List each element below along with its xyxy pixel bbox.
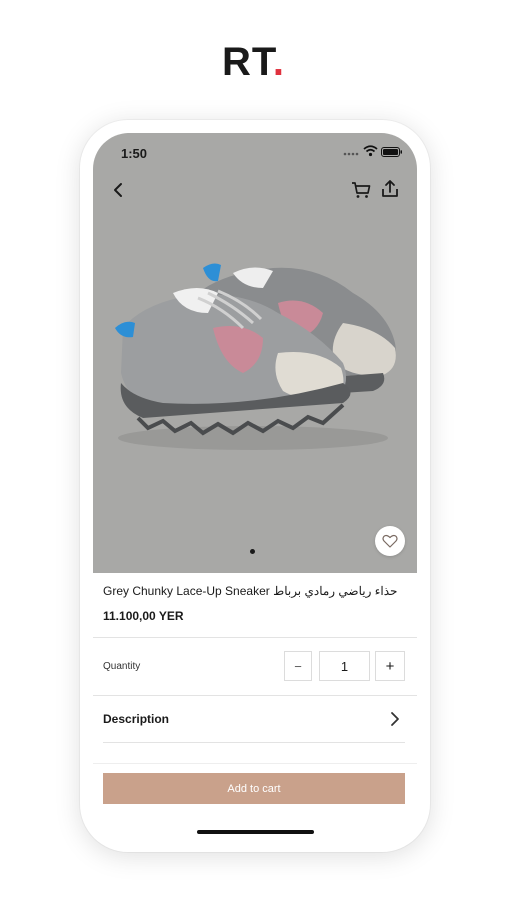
description-row[interactable]: Description [93,695,417,743]
quantity-increase-button[interactable]: + [375,651,405,681]
brand-logo: RT. [0,40,507,85]
share-button[interactable] [378,177,402,201]
cart-button[interactable] [349,178,373,202]
heart-icon [382,534,398,548]
divider [93,637,417,638]
status-time: 1:50 [121,146,148,161]
chevron-left-icon [114,183,122,197]
brand-logo-text: RT [221,40,273,84]
share-icon [382,180,398,197]
divider [93,763,417,764]
quantity-value[interactable]: 1 [319,651,370,681]
battery-icon [381,147,402,157]
back-button[interactable] [107,178,131,202]
product-title: Grey Chunky Lace-Up Sneaker حذاء رياضي ر… [103,584,398,598]
product-image: 1:50 [93,133,417,573]
favorite-button[interactable] [375,526,405,556]
quantity-label: Quantity [103,661,141,672]
chevron-right-icon [391,712,399,726]
description-label: Description [103,712,170,726]
home-indicator [197,830,314,834]
sneaker-image [115,263,396,450]
cellular-signal-icon [343,152,359,156]
app-screen: 1:50 Grey Chunky Lace-Up Sneaker حذاء ري… [93,133,417,839]
divider [103,742,405,743]
add-to-cart-button[interactable]: Add to cart [103,773,405,804]
cart-icon [352,182,371,198]
image-pager-dot[interactable] [250,549,255,554]
quantity-decrease-button[interactable]: − [284,651,312,681]
status-bar: 1:50 [93,133,417,173]
brand-logo-dot: . [272,40,285,84]
phone-frame: 1:50 Grey Chunky Lace-Up Sneaker حذاء ري… [80,120,430,852]
product-price: 11.100,00 YER [103,609,184,623]
wifi-icon [363,145,378,157]
